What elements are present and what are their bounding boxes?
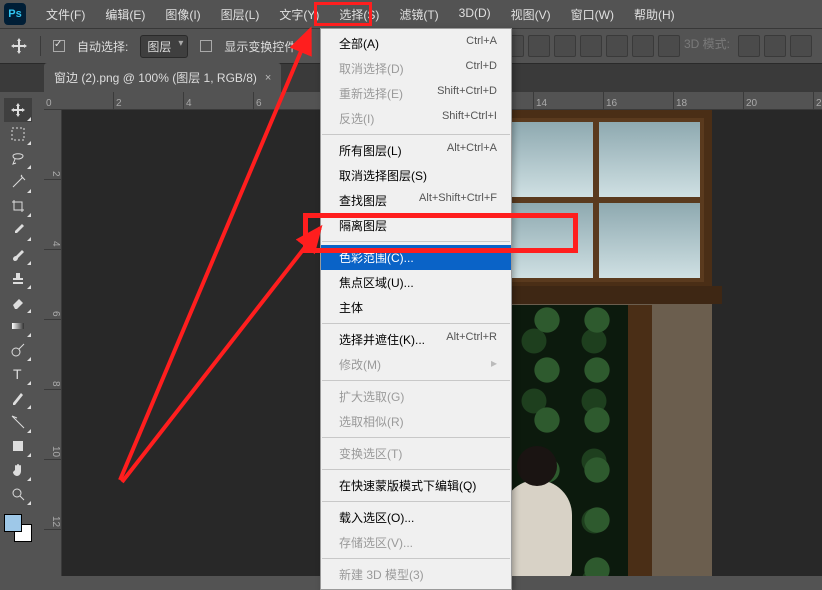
menu-bar: Ps 文件(F)编辑(E)图像(I)图层(L)文字(Y)选择(S)滤镜(T)3D… [0, 0, 822, 28]
menu-separator [322, 437, 510, 438]
marquee-tool[interactable] [4, 122, 32, 146]
menu-separator [322, 469, 510, 470]
select-menu-dropdown: 全部(A)Ctrl+A取消选择(D)Ctrl+D重新选择(E)Shift+Ctr… [320, 28, 512, 590]
menu-item-反选i: 反选(I)Shift+Ctrl+I [321, 106, 511, 131]
app-logo: Ps [4, 3, 26, 25]
close-tab-icon[interactable]: × [265, 72, 271, 84]
svg-text:T: T [13, 366, 22, 382]
menu-编辑[interactable]: 编辑(E) [95, 0, 155, 29]
options-icons: 3D 模式: [476, 35, 822, 57]
crop-tool[interactable] [4, 194, 32, 218]
menu-视图[interactable]: 视图(V) [501, 0, 561, 29]
menu-separator [322, 134, 510, 135]
lasso-tool[interactable] [4, 146, 32, 170]
type-tool[interactable]: T [4, 362, 32, 386]
menu-item-选取相似r: 选取相似(R) [321, 409, 511, 434]
document-tab-title: 窗边 (2).png @ 100% (图层 1, RGB/8) [54, 69, 257, 86]
menu-帮助[interactable]: 帮助(H) [624, 0, 685, 29]
menu-item-查找图层[interactable]: 查找图层Alt+Shift+Ctrl+F [321, 188, 511, 213]
menu-3d[interactable]: 3D(D) [449, 0, 501, 29]
menu-separator [322, 501, 510, 502]
brush-tool[interactable] [4, 242, 32, 266]
menu-文字[interactable]: 文字(Y) [269, 0, 329, 29]
menu-item-主体[interactable]: 主体 [321, 295, 511, 320]
menu-separator [322, 558, 510, 559]
dodge-tool[interactable] [4, 338, 32, 362]
document-tab[interactable]: 窗边 (2).png @ 100% (图层 1, RGB/8) × [44, 63, 281, 92]
tools-panel: T [0, 92, 36, 542]
color-swatches[interactable] [4, 514, 32, 542]
eraser-tool[interactable] [4, 290, 32, 314]
show-transform-checkbox[interactable] [200, 40, 212, 52]
menu-item-载入选区o[interactable]: 载入选区(O)... [321, 505, 511, 530]
path-tool[interactable] [4, 410, 32, 434]
menu-item-取消选择d: 取消选择(D)Ctrl+D [321, 56, 511, 81]
auto-select-checkbox[interactable] [53, 40, 65, 52]
menu-item-焦点区域u[interactable]: 焦点区域(U)... [321, 270, 511, 295]
menu-item-扩大选取g: 扩大选取(G) [321, 384, 511, 409]
menu-图层[interactable]: 图层(L) [211, 0, 270, 29]
layer-select[interactable]: 图层 [140, 35, 188, 58]
menu-选择[interactable]: 选择(S) [329, 0, 389, 29]
align-icon[interactable] [528, 35, 550, 57]
align-icon[interactable] [632, 35, 654, 57]
menu-item-隔离图层[interactable]: 隔离图层 [321, 213, 511, 238]
menu-item-取消选择图层s[interactable]: 取消选择图层(S) [321, 163, 511, 188]
mode3d-icon[interactable] [738, 35, 760, 57]
mode3d-icon[interactable] [790, 35, 812, 57]
menu-图像[interactable]: 图像(I) [155, 0, 210, 29]
stamp-tool[interactable] [4, 266, 32, 290]
hand-tool[interactable] [4, 458, 32, 482]
menu-文件[interactable]: 文件(F) [36, 0, 95, 29]
menu-窗口[interactable]: 窗口(W) [561, 0, 624, 29]
eyedropper-tool[interactable] [4, 218, 32, 242]
wand-tool[interactable] [4, 170, 32, 194]
pen-tool[interactable] [4, 386, 32, 410]
shape-tool[interactable] [4, 434, 32, 458]
menu-separator [322, 380, 510, 381]
mode3d-label: 3D 模式: [684, 35, 730, 57]
menu-item-新建 3d 模型3: 新建 3D 模型(3) [321, 562, 511, 587]
ruler-vertical: 24681012 [44, 110, 62, 576]
menu-separator [322, 323, 510, 324]
menu-item-选择并遮住k[interactable]: 选择并遮住(K)...Alt+Ctrl+R [321, 327, 511, 352]
align-icon[interactable] [580, 35, 602, 57]
move-icon [10, 37, 28, 55]
menu-item-在快速蒙版模式下编辑q[interactable]: 在快速蒙版模式下编辑(Q) [321, 473, 511, 498]
gradient-tool[interactable] [4, 314, 32, 338]
menu-滤镜[interactable]: 滤镜(T) [389, 0, 448, 29]
menu-separator [322, 241, 510, 242]
menu-item-色彩范围c[interactable]: 色彩范围(C)... [321, 245, 511, 270]
align-icon[interactable] [658, 35, 680, 57]
zoom-tool[interactable] [4, 482, 32, 506]
menu-item-存储选区v: 存储选区(V)... [321, 530, 511, 555]
menu-item-所有图层l[interactable]: 所有图层(L)Alt+Ctrl+A [321, 138, 511, 163]
align-icon[interactable] [606, 35, 628, 57]
menu-item-重新选择e: 重新选择(E)Shift+Ctrl+D [321, 81, 511, 106]
move-tool[interactable] [4, 98, 32, 122]
align-icon[interactable] [554, 35, 576, 57]
auto-select-label: 自动选择: [77, 38, 128, 55]
menu-item-变换选区t: 变换选区(T) [321, 441, 511, 466]
menu-item-全部a[interactable]: 全部(A)Ctrl+A [321, 31, 511, 56]
menu-item-修改m: 修改(M) [321, 352, 511, 377]
show-transform-label: 显示变换控件 [224, 38, 296, 55]
mode3d-icon[interactable] [764, 35, 786, 57]
